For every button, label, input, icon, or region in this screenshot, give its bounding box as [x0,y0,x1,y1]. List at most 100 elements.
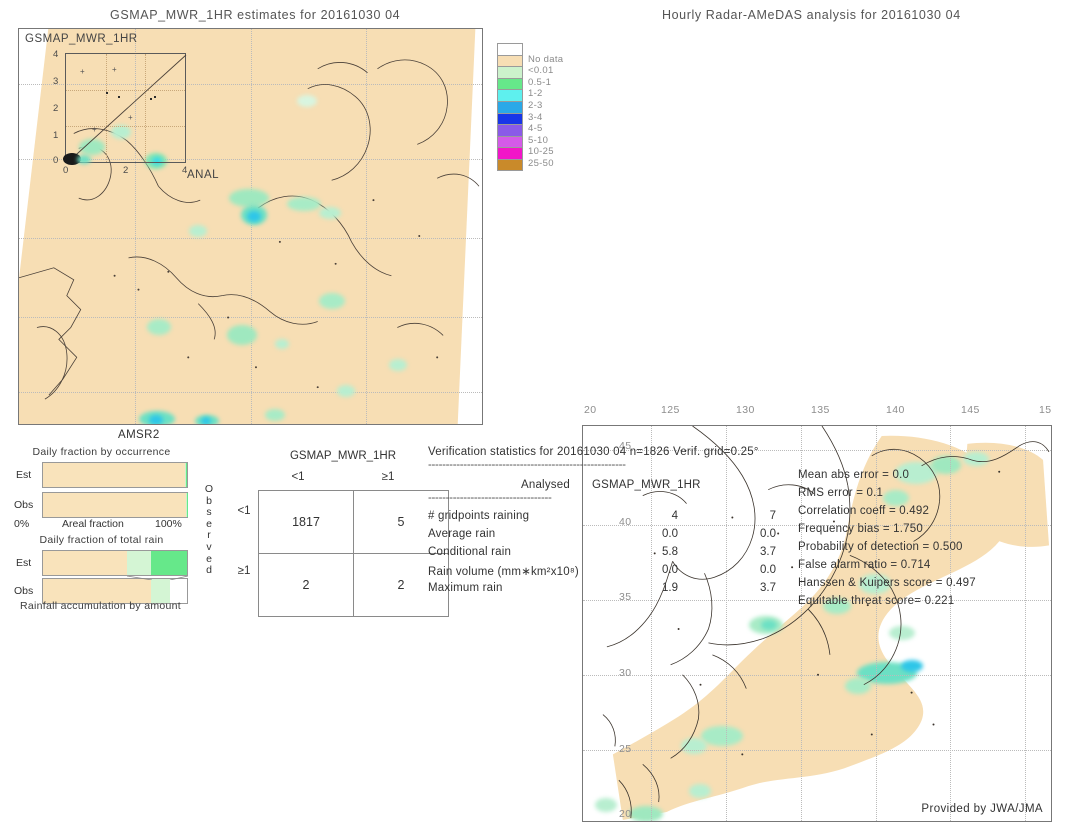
colorbar-swatch [497,78,523,90]
score-line: Hanssen & Kuipers score = 0.497 [798,577,976,595]
inset-ytick-2: 2 [53,103,58,114]
barchart-1-x-left: 0% [14,518,29,530]
colorbar-label: 10-25 [528,146,554,157]
verification-row-label: # gridpoints raining [428,510,529,522]
precip-blob [287,197,321,211]
colorbar-swatch [497,113,523,125]
colorbar-swatch [497,124,523,136]
verification-row: Rain volume (mm∗km²x10⁸)0.00.0 [428,564,780,582]
verification-col-header-analysed: Analysed [521,479,570,491]
precip-blob [595,798,617,812]
precip-blob [265,409,285,421]
contingency-header: GSMAP_MWR_1HR [258,450,428,462]
data-credit: Provided by JWA/JMA [921,803,1043,815]
precip-blob [201,417,211,425]
verification-row: Average rain0.00.0 [428,528,780,546]
colorbar-legend: No data<0.010.5-11-22-33-44-55-1010-2525… [497,43,523,171]
right-ytick-20: 20 [619,808,631,820]
colorbar-swatch [497,136,523,148]
contingency-side-label: Observed [202,484,216,577]
precip-blob [247,211,261,222]
verification-row-analysed: 1.9 [578,582,678,594]
score-line: Frequency bias = 1.750 [798,523,976,541]
barchart-2-row-1-label: Obs [14,585,33,597]
colorbar-label: 3-4 [528,112,543,123]
inset-ytick-1: 1 [53,130,58,141]
left-map: GSMAP_MWR_1HR + + + + 4 3 2 1 0 0 2 4 + … [18,28,483,425]
contingency-row-header-0: <1 [230,505,258,517]
right-xtick-135: 135 [811,404,830,416]
right-ytick-30: 30 [619,667,631,679]
precip-blob [389,359,407,371]
verification-row: Maximum rain 1.93.7 [428,582,780,600]
bar-segment [151,551,187,575]
right-xtick-140: 140 [886,404,905,416]
precip-blob [229,189,269,207]
barchart-1-row-1-label: Obs [14,499,33,511]
barchart-1-x-center: Areal fraction [62,518,124,530]
verification-row-estimate: 7 [676,510,776,522]
precip-blob [761,620,777,630]
precip-blob [319,293,345,309]
verification-row-label: Conditional rain [428,546,511,558]
table-row: 22 [259,554,449,617]
barchart-2-row-0 [42,550,188,576]
score-line: Mean abs error = 0.0 [798,469,976,487]
precip-blob [629,806,663,822]
colorbar-swatch [497,89,523,101]
contingency-col-header-0: <1 [258,471,338,483]
colorbar-label: No data [528,54,563,65]
anal-label: ANAL [187,169,219,181]
colorbar-label: 5-10 [528,135,548,146]
verification-row-label: Average rain [428,528,495,540]
verification-row-analysed: 0.0 [578,528,678,540]
right-panel-title: Hourly Radar-AMeDAS analysis for 2016103… [662,8,961,22]
barchart-2-caption: Rainfall accumulation by amount [8,600,193,612]
verification-row-label: Maximum rain [428,582,503,594]
right-xtick-130: 130 [736,404,755,416]
bar-segment [186,463,187,487]
table-row: 18175 [259,491,449,554]
colorbar-label: 0.5-1 [528,77,551,88]
right-xtick-125: 125 [661,404,680,416]
scatter-inset: + + + + [65,53,186,163]
colorbar-swatch [497,101,523,113]
verification-row-analysed: 5.8 [578,546,678,558]
score-list: Mean abs error = 0.0RMS error = 0.1Corre… [798,469,976,613]
precip-blob [845,678,871,694]
left-map-sensor-label: AMSR2 [118,429,160,441]
bar-segment [43,551,127,575]
barchart-2-connectors [42,576,192,580]
left-panel-title: GSMAP_MWR_1HR estimates for 20161030 04 [110,8,400,22]
score-line: Correlation coeff = 0.492 [798,505,976,523]
verification-row-label: Rain volume (mm∗km²x10⁸) [428,564,579,578]
precip-blob [681,738,707,754]
bar-segment [43,463,185,487]
colorbar-label: <0.01 [528,65,554,76]
colorbar-label: 4-5 [528,123,543,134]
contingency-cell: 1817 [259,491,354,554]
inset-ytick-3: 3 [53,76,58,87]
verification-row-analysed: 4 [578,510,678,522]
verification-rule: ----------------------------------------… [428,459,626,471]
barchart-2-row-0-label: Est [16,557,31,569]
score-line: Equitable threat score= 0.221 [798,595,976,613]
colorbar-swatch [497,159,523,171]
score-line: Probability of detection = 0.500 [798,541,976,559]
right-xtick-145: 145 [961,404,980,416]
precip-blob [701,726,743,746]
barchart-1-row-1 [42,492,188,518]
barchart-2-title: Daily fraction of total rain [14,534,189,546]
verification-row-estimate: 0.0 [676,564,776,576]
barchart-1-row-0-label: Est [16,469,31,481]
precip-blob [297,95,317,107]
precip-blob [901,660,923,672]
precip-blob [275,339,289,349]
barchart-1-row-0 [42,462,188,488]
inset-title: GSMAP_MWR_1HR [25,33,138,45]
colorbar-swatch [497,66,523,78]
verification-row: # gridpoints raining 47 [428,510,780,528]
score-line: False alarm ratio = 0.714 [798,559,976,577]
contingency-col-header-1: ≥1 [348,471,428,483]
verification-row-estimate: 3.7 [676,582,776,594]
